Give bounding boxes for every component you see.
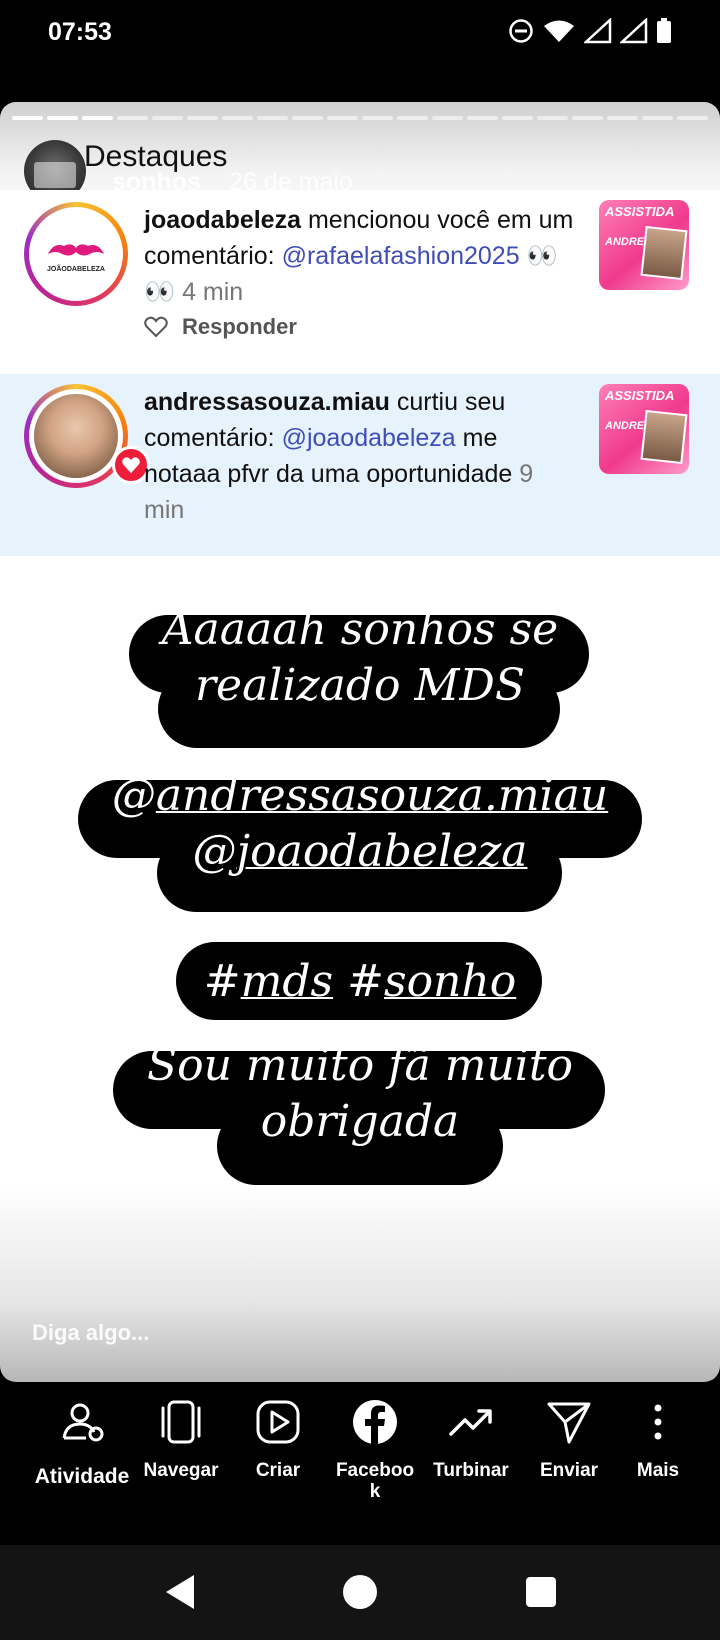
send-button[interactable]: Enviar [521, 1382, 617, 1481]
action-label: Atividade [34, 1465, 130, 1488]
do-not-disturb-icon [509, 19, 533, 43]
system-nav-bar [0, 1545, 720, 1640]
progress-segment [607, 116, 638, 120]
status-bar: 07:53 [0, 0, 720, 70]
hashtag-mds[interactable]: mds [241, 956, 333, 1007]
progress-segment [502, 116, 533, 120]
activity-icon [62, 1403, 104, 1442]
progress-segment [117, 116, 148, 120]
joaodabeleza-logo: JOÃODABELEZA [34, 212, 118, 296]
boost-button[interactable]: Turbinar [423, 1382, 519, 1481]
progress-segment [537, 116, 568, 120]
action-label: Enviar [539, 1460, 599, 1481]
thumb-photo [640, 409, 688, 465]
send-icon [547, 1402, 591, 1444]
battery-icon [657, 18, 671, 43]
create-icon [256, 1400, 300, 1444]
home-icon[interactable] [342, 1573, 378, 1611]
action-label: Mais [636, 1460, 680, 1481]
wifi-icon [544, 20, 574, 42]
browse-icon [161, 1400, 201, 1444]
progress-segment [397, 116, 428, 120]
status-icons [508, 18, 672, 44]
heart-outline-icon [144, 316, 168, 338]
progress-segment [152, 116, 183, 120]
notification-text: andressasouza.miau curtiu seu comentário… [144, 388, 534, 524]
action-label: Criar [255, 1460, 301, 1481]
thumb-photo [640, 225, 688, 281]
progress-segment [82, 116, 113, 120]
mention-joaodabeleza[interactable]: joaodabeleza [237, 826, 528, 877]
create-button[interactable]: Criar [230, 1382, 326, 1481]
progress-segment [327, 116, 358, 120]
action-label: Faceboo k [335, 1460, 415, 1502]
signal-icon [584, 18, 612, 44]
progress-segment [257, 116, 288, 120]
story-viewer[interactable]: Destaques sonhos 26 de maio JOÃODABELEZA… [0, 102, 720, 1382]
progress-segment [292, 116, 323, 120]
notification-text: joaodabeleza mencionou você em um coment… [144, 206, 574, 306]
notification-time: 4 min [182, 278, 244, 306]
facebook-icon [353, 1400, 397, 1444]
more-button[interactable]: Mais [610, 1382, 706, 1481]
more-icon [654, 1404, 662, 1440]
notification-username[interactable]: joaodabeleza [144, 206, 301, 234]
progress-segment [642, 116, 673, 120]
notification-username[interactable]: andressasouza.miau [144, 388, 390, 416]
progress-segment [432, 116, 463, 120]
logo-text: JOÃODABELEZA [47, 266, 105, 273]
hashtag-sticker[interactable]: #mds #sonho [0, 954, 720, 1010]
mention-link[interactable]: @joaodabeleza [282, 424, 456, 452]
hashtag-sonho[interactable]: sonho [384, 956, 516, 1007]
action-label: Turbinar [433, 1460, 509, 1481]
progress-segment [362, 116, 393, 120]
reply-input[interactable]: Diga algo... [32, 1320, 149, 1346]
mustache-icon [48, 244, 104, 256]
thumb-title: ASSISTIDA [605, 204, 675, 219]
avatar[interactable]: JOÃODABELEZA [24, 202, 128, 306]
reply-label: Responder [182, 314, 297, 339]
progress-segment [187, 116, 218, 120]
progress-segment [677, 116, 708, 120]
progress-segment [467, 116, 498, 120]
activity-button[interactable]: Atividade [34, 1382, 130, 1487]
mention-andressasouza[interactable]: andressasouza.miau [156, 770, 608, 821]
facebook-button[interactable]: Faceboo k [327, 1382, 423, 1502]
mention-sticker[interactable]: @andressasouza.miau @joaodabeleza [0, 768, 720, 880]
text-sticker: Aaaaah sonhos se realizado MDS [161, 604, 559, 711]
progress-segment [47, 116, 78, 120]
profile-photo [34, 394, 118, 478]
notification-item-highlighted[interactable]: andressasouza.miau curtiu seu comentário… [0, 374, 720, 556]
post-thumbnail[interactable]: ASSISTIDA ANDRESSA [599, 384, 689, 474]
back-icon[interactable] [162, 1573, 198, 1611]
text-sticker: Sou muito fã muito obrigada [146, 1040, 574, 1147]
avatar[interactable] [24, 384, 150, 488]
reply-button[interactable]: Responder [144, 314, 297, 340]
story-action-bar: Atividade Navegar Criar Faceboo k Turbina… [0, 1382, 720, 1542]
recents-icon[interactable] [523, 1573, 559, 1611]
story-progress-bar [12, 116, 708, 120]
progress-segment [572, 116, 603, 120]
mention-link[interactable]: @rafaelafashion2025 [282, 242, 520, 270]
thumb-title: ASSISTIDA [605, 388, 675, 403]
status-time: 07:53 [48, 18, 112, 46]
progress-segment [12, 116, 43, 120]
post-thumbnail[interactable]: ASSISTIDA ANDRESSA [599, 200, 689, 290]
boost-icon [449, 1409, 492, 1436]
action-label: Navegar [143, 1460, 219, 1481]
signal-icon [620, 18, 648, 44]
progress-segment [222, 116, 253, 120]
browse-button[interactable]: Navegar [133, 1382, 229, 1481]
